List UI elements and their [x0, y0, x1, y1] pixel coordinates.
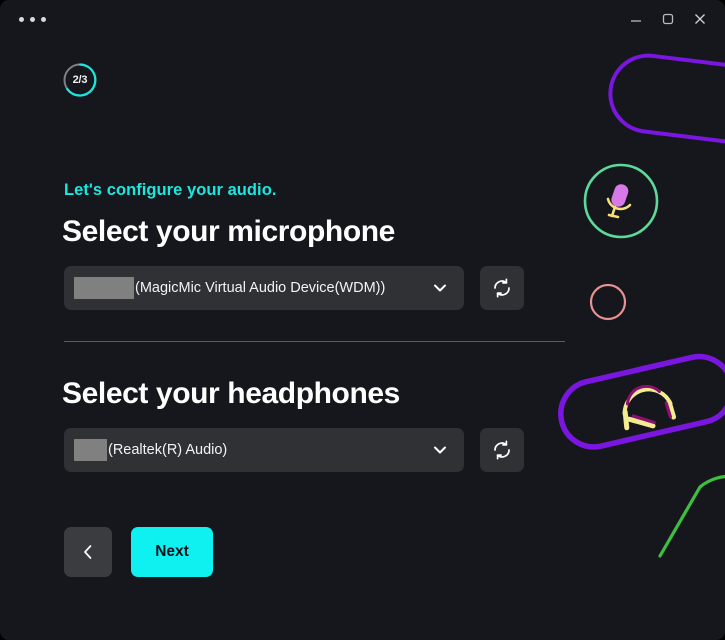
close-icon — [695, 14, 705, 24]
headphones-section-heading: Select your headphones — [62, 377, 400, 410]
window-controls — [621, 6, 715, 32]
wizard-footer: Next — [64, 527, 213, 577]
refresh-icon — [494, 440, 510, 460]
minimize-button[interactable] — [621, 6, 651, 32]
headphones-select-row: (Realtek(R) Audio) — [64, 428, 524, 472]
microphone-select-row: (MagicMic Virtual Audio Device(WDM)) — [64, 266, 524, 310]
chevron-down-icon[interactable] — [431, 279, 449, 297]
page-subtitle: Let's configure your audio. — [64, 181, 277, 199]
close-button[interactable] — [685, 6, 715, 32]
headphones-select-value: (Realtek(R) Audio) — [108, 442, 228, 458]
dot-icon — [19, 16, 24, 22]
microphone-section-heading: Select your microphone — [62, 215, 395, 248]
chevron-down-icon[interactable] — [431, 441, 449, 459]
minimize-icon — [631, 20, 641, 22]
next-button[interactable]: Next — [131, 527, 213, 577]
back-button[interactable] — [64, 527, 112, 577]
maximize-icon — [662, 13, 674, 25]
headphones-select[interactable]: (Realtek(R) Audio) — [64, 428, 464, 472]
main-content: Let's configure your audio. Select your … — [0, 0, 725, 640]
section-divider — [64, 341, 565, 342]
microphone-select-value: (MagicMic Virtual Audio Device(WDM)) — [135, 280, 386, 296]
app-window: 2/3 Let's configure your audio. Select y… — [0, 0, 725, 640]
headphones-refresh-button[interactable] — [480, 428, 524, 472]
dot-icon — [30, 16, 35, 22]
refresh-icon — [494, 278, 510, 298]
chevron-left-icon — [84, 545, 92, 559]
maximize-button[interactable] — [653, 6, 683, 32]
redacted-device-name-block — [74, 439, 107, 461]
title-bar — [0, 0, 725, 38]
redacted-device-name-block — [74, 277, 134, 299]
microphone-select[interactable]: (MagicMic Virtual Audio Device(WDM)) — [64, 266, 464, 310]
microphone-refresh-button[interactable] — [480, 266, 524, 310]
more-options-button[interactable] — [19, 12, 49, 26]
dot-icon — [41, 16, 46, 22]
